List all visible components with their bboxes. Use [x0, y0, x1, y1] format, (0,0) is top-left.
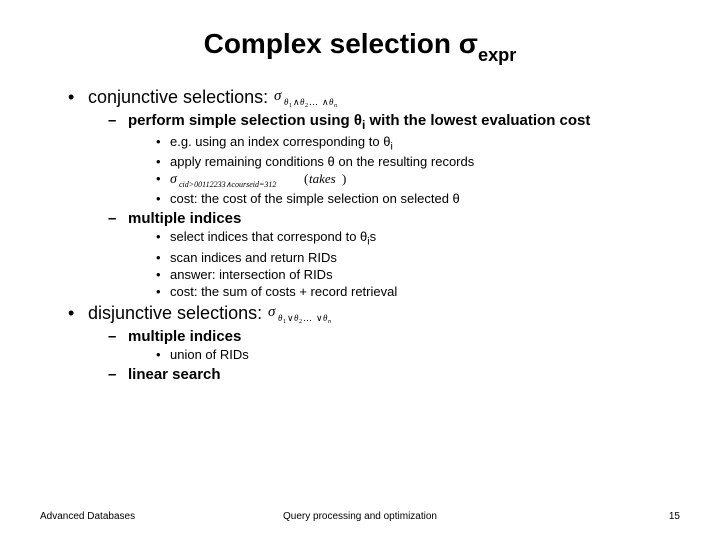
- svg-text:2: 2: [299, 319, 302, 323]
- slide: Complex selection σexpr conjunctive sele…: [0, 0, 720, 540]
- bullet-list-l2: multiple indices union of RIDs linear sear…: [88, 328, 680, 383]
- bullet-l3: σ cid>00112233∧courseid=312 ( takes ): [156, 171, 680, 189]
- svg-text:σ: σ: [170, 172, 178, 187]
- bullet-l3: cost: the sum of costs + record retrieva…: [156, 284, 680, 299]
- bullet-l2: linear search: [108, 366, 680, 383]
- subscript: i: [367, 237, 369, 248]
- svg-text:∨: ∨: [287, 313, 294, 323]
- bullet-l3: cost: the cost of the simple selection o…: [156, 191, 680, 206]
- bullet-list-l2: perform simple selection using θi with t…: [88, 112, 680, 299]
- formula-sigma-theta-disj: σ θ 1 ∨ θ 2 … ∨ θ n: [268, 303, 354, 323]
- bullet-list-l3: select indices that correspond to θis sca…: [128, 229, 680, 299]
- bullet-l3: apply remaining conditions θ on the resu…: [156, 154, 680, 169]
- bullet-l2-label: linear search: [128, 366, 221, 383]
- bullet-l3: scan indices and return RIDs: [156, 250, 680, 265]
- formula-sigma-cid-course: σ cid>00112233∧courseid=312 ( takes ): [170, 171, 360, 189]
- subscript: i: [362, 118, 365, 132]
- title-sub: expr: [478, 45, 516, 65]
- bullet-l2: perform simple selection using θi with t…: [108, 112, 680, 207]
- bullet-l2-label: multiple indices: [128, 328, 241, 345]
- footer-right: 15: [669, 511, 680, 522]
- svg-text:…: …: [309, 97, 318, 107]
- bullet-l1: disjunctive selections: σ θ 1 ∨ θ 2 … ∨ …: [68, 303, 680, 383]
- svg-text:n: n: [334, 103, 337, 107]
- subscript: i: [390, 141, 392, 152]
- svg-text:…: …: [303, 313, 312, 323]
- svg-text:∨: ∨: [316, 313, 323, 323]
- svg-text:σ: σ: [274, 88, 282, 104]
- svg-text:takes: takes: [309, 171, 336, 186]
- svg-text:σ: σ: [268, 304, 276, 320]
- bullet-l3: e.g. using an index corresponding to θi: [156, 134, 680, 153]
- bullet-l3: union of RIDs: [156, 347, 680, 362]
- footer-left: Advanced Databases: [40, 511, 135, 522]
- svg-text:1: 1: [283, 319, 286, 323]
- svg-text:cid>00112233∧courseid=312: cid>00112233∧courseid=312: [179, 180, 276, 189]
- bullet-l3: answer: intersection of RIDs: [156, 267, 680, 282]
- svg-text:∧: ∧: [322, 97, 329, 107]
- svg-text:2: 2: [305, 103, 308, 107]
- bullet-l1-row: conjunctive selections: σ θ 1 ∧ θ 2 … ∧ …: [88, 87, 360, 108]
- formula-sigma-theta-conj: σ θ 1 ∧ θ 2 … ∧ θ n: [274, 87, 360, 107]
- bullet-list-l3: e.g. using an index corresponding to θia…: [128, 134, 680, 207]
- bullet-l1-row: disjunctive selections: σ θ 1 ∨ θ 2 … ∨ …: [88, 303, 354, 324]
- bullet-l2: multiple indices select indices that corr…: [108, 210, 680, 299]
- title-text: Complex selection σ: [204, 28, 478, 59]
- bullet-list-l3: union of RIDs: [128, 347, 680, 362]
- bullet-l2-label: multiple indices: [128, 210, 241, 227]
- bullet-l3: select indices that correspond to θis: [156, 229, 680, 248]
- bullet-l2-label: perform simple selection using θi with t…: [128, 112, 590, 129]
- bullet-l1-label: conjunctive selections:: [88, 87, 268, 108]
- slide-footer: Advanced Databases Query processing and …: [0, 511, 720, 522]
- svg-text:n: n: [328, 319, 331, 323]
- bullet-l1-label: disjunctive selections:: [88, 303, 262, 324]
- bullet-l1: conjunctive selections: σ θ 1 ∧ θ 2 … ∧ …: [68, 87, 680, 299]
- bullet-l2: multiple indices union of RIDs: [108, 328, 680, 362]
- svg-text:): ): [342, 171, 346, 186]
- svg-text:∧: ∧: [293, 97, 300, 107]
- bullet-list: conjunctive selections: σ θ 1 ∧ θ 2 … ∧ …: [40, 87, 680, 383]
- slide-title: Complex selection σexpr: [40, 28, 680, 65]
- svg-text:(: (: [304, 171, 308, 186]
- svg-text:1: 1: [289, 103, 292, 107]
